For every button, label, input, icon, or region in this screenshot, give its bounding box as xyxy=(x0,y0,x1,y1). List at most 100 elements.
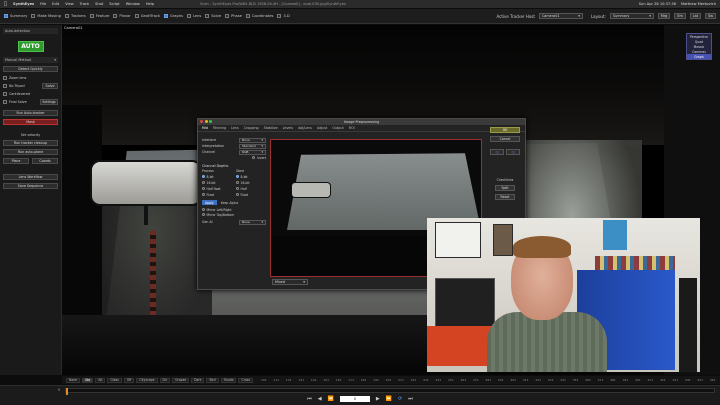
interpretation-select[interactable]: Standard ▾ xyxy=(239,143,266,149)
final-solve-row[interactable]: Final Solve Settings xyxy=(3,98,58,105)
process-16bit[interactable]: 16-bit xyxy=(202,180,232,185)
manual-method-select[interactable]: Manual Method ▾ xyxy=(3,57,58,63)
prev-key-icon[interactable]: ◀ xyxy=(318,396,322,402)
store-float[interactable]: Float xyxy=(236,192,266,197)
view-prev-icon[interactable]: ◫ xyxy=(490,149,504,155)
room-coordinates[interactable]: Coordinates xyxy=(245,14,273,18)
playhead[interactable] xyxy=(66,388,68,395)
save-sequence-button[interactable]: Save Sequence xyxy=(3,183,58,189)
process-half[interactable]: Half float xyxy=(202,186,232,191)
layout-select[interactable]: Summary ▾ xyxy=(609,13,654,19)
room-make-moving[interactable]: Make Moving xyxy=(31,14,61,18)
menu-script[interactable]: Script xyxy=(109,2,119,6)
tab-roi[interactable]: ROI xyxy=(349,126,355,130)
go-start-icon[interactable]: ⏮ xyxy=(307,396,312,402)
step-back-icon[interactable]: ⏪ xyxy=(328,396,334,402)
play-icon[interactable]: ▶ xyxy=(376,396,380,402)
bb-tab-cityscape[interactable]: Cityscape xyxy=(136,377,158,383)
bb-tab-grapes[interactable]: Grapes xyxy=(172,377,190,383)
menu-edit[interactable]: Edit xyxy=(52,2,59,6)
store-half[interactable]: Half xyxy=(236,186,266,191)
view-next-icon[interactable]: ◫ xyxy=(506,149,520,155)
tab-stabilize[interactable]: Stabilize xyxy=(264,126,278,130)
toolbar-btn-em[interactable]: Em xyxy=(674,13,686,19)
solve-button[interactable]: Solve xyxy=(42,82,58,89)
cancel-button[interactable]: Cancel xyxy=(490,136,520,142)
detect-quickly-button[interactable]: Detect Quickly xyxy=(3,66,58,72)
bb-tab-dark[interactable]: Dark xyxy=(191,377,205,383)
ok-button[interactable]: OK xyxy=(490,127,520,133)
app-menu[interactable]: SynthEyes xyxy=(13,2,34,6)
menu-track[interactable]: Track xyxy=(80,2,89,6)
process-8bit[interactable]: 8-bit xyxy=(202,174,232,179)
bb-tab-cross[interactable]: Cross xyxy=(238,377,253,383)
store-16bit[interactable]: 16-bit xyxy=(236,180,266,185)
bb-tab-alt[interactable]: Alt xyxy=(95,377,106,383)
room-graphs[interactable]: Graphs xyxy=(164,14,183,18)
minimize-icon[interactable] xyxy=(204,120,208,123)
tab-cropping[interactable]: Cropping xyxy=(244,126,259,130)
keep-alpha-label[interactable]: Keep Alpha xyxy=(221,201,238,205)
zoom-icon[interactable] xyxy=(209,120,212,123)
room-planar[interactable]: Planar xyxy=(113,14,131,18)
bb-tab-std[interactable]: Std xyxy=(82,377,94,383)
tab-adj-lens[interactable]: Adj/Lens xyxy=(298,126,312,130)
close-icon[interactable] xyxy=(200,120,203,123)
preview-mode-select[interactable]: Mixed ▾ xyxy=(272,279,308,285)
timeline-scrubber[interactable] xyxy=(65,388,715,395)
bb-tab-studio[interactable]: Studio xyxy=(220,377,237,383)
bb-tab-glass[interactable]: Glass xyxy=(107,377,122,383)
invert-checkbox[interactable]: Invert xyxy=(202,155,266,160)
step-forward-icon[interactable]: ⏩ xyxy=(386,396,392,402)
active-tracker-select[interactable]: Camera01 ▾ xyxy=(538,13,583,19)
auto-button[interactable]: AUTO xyxy=(17,41,44,52)
room-geohtrack[interactable]: GeoHTrack xyxy=(134,14,160,18)
run-auto-plane-button[interactable]: Run auto-plane xyxy=(3,149,58,155)
zoom-lens-row[interactable]: Zoom lens xyxy=(3,75,58,80)
tab-output[interactable]: Output xyxy=(332,126,343,130)
place-button[interactable]: Place xyxy=(3,157,29,164)
menu-window[interactable]: Window xyxy=(126,2,140,6)
cantilevered-row[interactable]: Cantilevered xyxy=(3,91,58,96)
menu-file[interactable]: File xyxy=(40,2,46,6)
room-trackers[interactable]: Trackers xyxy=(64,14,86,18)
mask-button[interactable]: Mask xyxy=(3,119,58,125)
toolbar-btn-mrg[interactable]: Mrg xyxy=(657,13,671,19)
room-3d[interactable]: 3-D xyxy=(277,14,290,18)
tab-mid[interactable]: Mid xyxy=(202,126,208,130)
rotate-select[interactable]: None ▾ xyxy=(239,219,266,225)
split-button[interactable]: Split xyxy=(495,185,515,191)
process-float[interactable]: Float xyxy=(202,192,232,197)
frame-number-input[interactable]: 0 xyxy=(339,396,370,402)
apply-button[interactable]: Apply xyxy=(202,200,217,205)
no-tripod-row[interactable]: No Tripod Solve xyxy=(3,82,58,89)
mirror-top-bottom-checkbox[interactable]: Mirror Top/Bottom xyxy=(202,212,266,217)
toolbar-btn-lat[interactable]: Lat xyxy=(689,13,702,19)
room-summary[interactable]: Summary xyxy=(4,14,27,18)
toolbar-btn-sw[interactable]: Sw xyxy=(705,13,716,19)
apple-icon[interactable]:  xyxy=(4,1,7,7)
menu-help[interactable]: Help xyxy=(146,2,154,6)
bb-tab-dir[interactable]: Dir xyxy=(159,377,171,383)
room-phase[interactable]: Phase xyxy=(225,14,242,18)
room-feature[interactable]: Feature xyxy=(89,14,109,18)
go-end-icon[interactable]: ⏭ xyxy=(408,396,413,402)
run-auto-tracker-button[interactable]: Run Auto-tracker xyxy=(3,110,58,116)
reset-button[interactable]: Reset xyxy=(495,194,515,200)
tab-levels[interactable]: Levels xyxy=(283,126,293,130)
user-name[interactable]: Matthew Merkovich xyxy=(681,2,716,6)
tab-filtering[interactable]: Filtering xyxy=(213,126,226,130)
lens-workflow-button[interactable]: Lens Workflow xyxy=(3,174,58,180)
menu-view[interactable]: View xyxy=(65,2,74,6)
store-8bit[interactable]: 8-bit xyxy=(236,174,266,179)
interlace-select[interactable]: None ▾ xyxy=(239,137,266,143)
layout-graph[interactable]: Graph xyxy=(687,54,711,59)
bb-tab-none[interactable]: None xyxy=(66,377,81,383)
layout-perspective[interactable]: Perspective xyxy=(687,34,711,39)
run-tracker-cleanup-button[interactable]: Run tracker cleanup xyxy=(3,140,58,146)
channel-select[interactable]: RGB ▾ xyxy=(239,149,266,155)
bb-tab-off[interactable]: Off xyxy=(123,377,135,383)
menu-shot[interactable]: Shot xyxy=(95,2,103,6)
tab-lens[interactable]: Lens xyxy=(231,126,239,130)
room-lens[interactable]: Lens xyxy=(186,14,201,18)
